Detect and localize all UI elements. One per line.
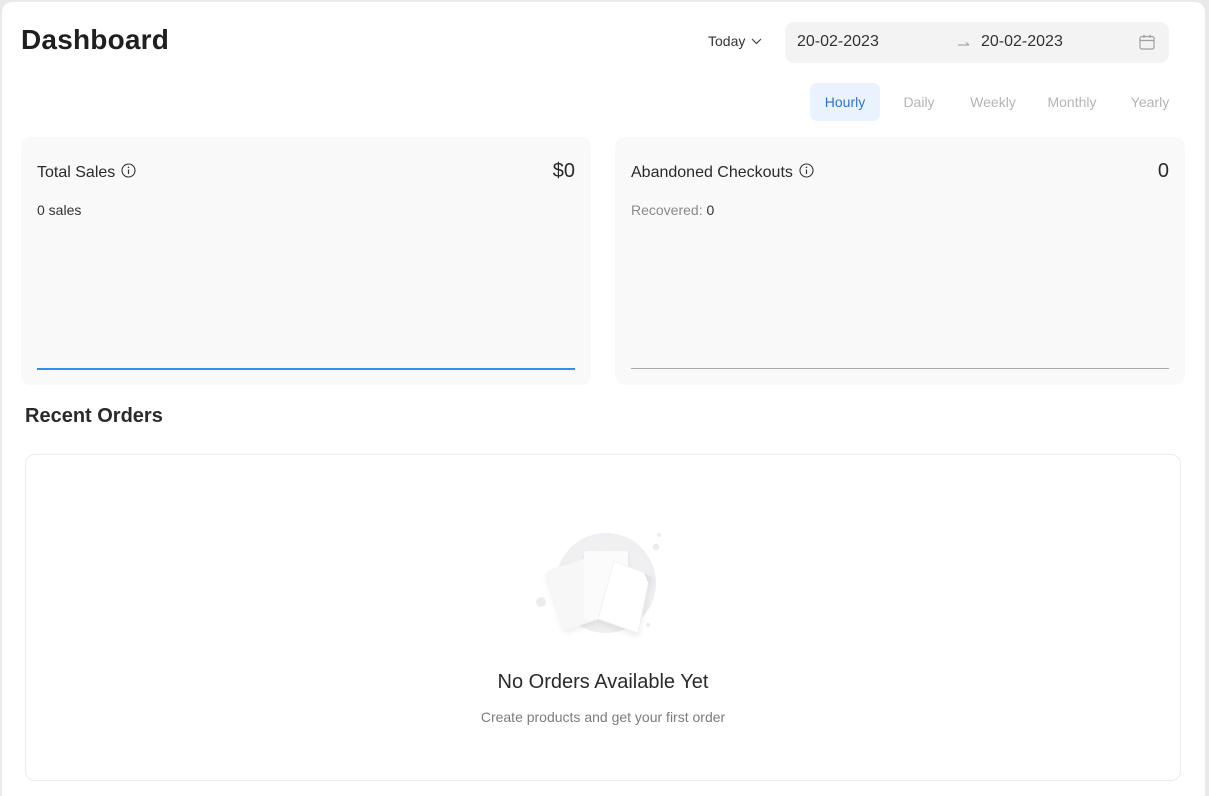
total-sales-count: 0 sales	[37, 202, 82, 218]
abandoned-checkouts-card: Abandoned Checkouts 0 Recovered: 0	[615, 137, 1185, 385]
chevron-down-icon	[751, 38, 762, 45]
date-start-field[interactable]: 20-02-2023	[797, 33, 879, 51]
abandoned-chart-baseline	[631, 368, 1169, 369]
page-title: Dashboard	[21, 24, 170, 55]
recovered-label: Recovered:	[631, 202, 703, 218]
total-sales-title: Total Sales	[37, 164, 116, 181]
sales-chart-baseline	[37, 368, 575, 370]
recovered-value: 0	[706, 202, 715, 218]
calendar-icon[interactable]	[1138, 33, 1156, 56]
recovered-row: Recovered: 0	[631, 202, 714, 218]
tab-yearly[interactable]: Yearly	[1115, 83, 1185, 121]
abandoned-title-row: Abandoned Checkouts	[631, 163, 814, 183]
empty-state-subtitle: Create products and get your first order	[480, 709, 726, 725]
arrow-right-icon	[957, 36, 971, 54]
total-sales-value: $0	[552, 160, 575, 182]
range-select[interactable]: Today	[708, 33, 762, 49]
abandoned-value: 0	[1157, 160, 1169, 182]
total-sales-card: Total Sales $0 0 sales	[21, 137, 591, 385]
date-end-field[interactable]: 20-02-2023	[981, 33, 1063, 51]
range-select-label: Today	[708, 33, 746, 49]
recent-orders-panel: No Orders Available Yet Create products …	[25, 454, 1181, 781]
total-sales-title-row: Total Sales	[37, 163, 136, 183]
empty-state-title: No Orders Available Yet	[497, 671, 709, 693]
tab-hourly[interactable]: Hourly	[810, 83, 880, 121]
recent-orders-title: Recent Orders	[25, 405, 163, 427]
info-icon[interactable]	[799, 163, 814, 183]
info-icon[interactable]	[121, 163, 136, 183]
tab-monthly[interactable]: Monthly	[1037, 83, 1107, 121]
tab-daily[interactable]: Daily	[884, 83, 954, 121]
date-range-picker[interactable]: 20-02-2023 20-02-2023	[785, 22, 1169, 63]
tab-weekly[interactable]: Weekly	[958, 83, 1028, 121]
empty-documents-illustration	[526, 525, 686, 660]
abandoned-title: Abandoned Checkouts	[631, 164, 793, 181]
